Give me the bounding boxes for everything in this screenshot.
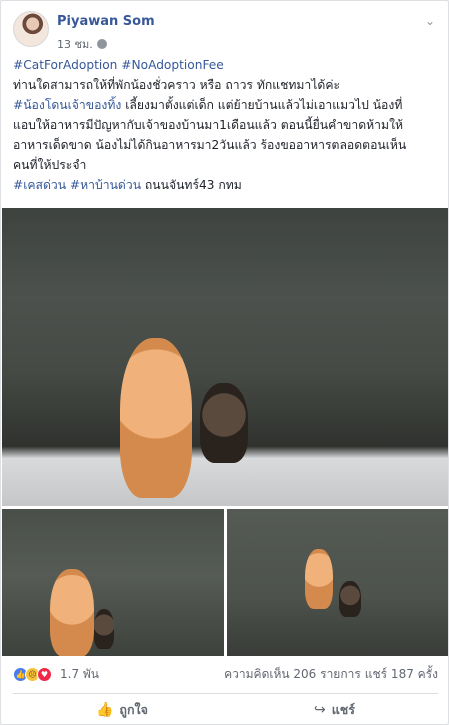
share-count[interactable]: แชร์ 187 ครั้ง <box>365 665 438 684</box>
avatar[interactable] <box>13 11 49 47</box>
orange-kitten <box>305 549 333 609</box>
hashtag[interactable]: #น้องโดนเจ้าของทิ้ง <box>13 98 121 112</box>
reaction-count[interactable]: 1.7 พัน <box>60 665 99 684</box>
tabby-kitten <box>94 609 114 649</box>
post-stats: ความคิดเห็น 206 รายการ แชร์ 187 ครั้ง <box>224 665 438 684</box>
post-line: อาหารเด็ดขาด น้องไม่ได้กินอาหารมา2วันแล้… <box>13 138 407 152</box>
author-name[interactable]: Piyawan Som <box>57 14 155 29</box>
post-card: Piyawan Som 13 ชม. ⌄ #CatForAdoption #No… <box>0 0 449 725</box>
share-label: แชร์ <box>331 702 355 717</box>
post-time[interactable]: 13 ชม. <box>57 35 93 53</box>
post-line: ถนนจันทร์43 กทม <box>141 178 242 192</box>
post-line: ท่านใดสามารถให้ที่พักน้องชั่วคราว หรือ ถ… <box>13 78 341 92</box>
share-button[interactable]: ↪ แชร์ <box>314 700 355 720</box>
orange-kitten <box>50 569 94 656</box>
share-arrow-icon: ↪ <box>313 702 326 718</box>
action-bar: 👍 ถูกใจ ↪ แชร์ <box>13 697 438 723</box>
divider <box>13 693 438 694</box>
photo-main[interactable] <box>2 208 448 506</box>
like-button[interactable]: 👍 ถูกใจ <box>96 700 148 720</box>
post-line: เลี้ยงมาตั้งแต่เด็ก แต่ย้ายบ้านแล้วไม่เอ… <box>121 98 403 112</box>
photo-secondary-left[interactable] <box>2 509 224 656</box>
post-header: Piyawan Som 13 ชม. ⌄ <box>13 11 438 53</box>
post-meta: 13 ชม. <box>57 35 107 53</box>
love-react-icon: ♥ <box>37 666 52 682</box>
tabby-kitten <box>339 581 361 617</box>
reaction-icons[interactable]: 👍 ☹ ♥ <box>13 666 52 682</box>
post-line: แอบให้อาหารมีปัญหากับเจ้าของบ้านมา1เดือน… <box>13 118 404 132</box>
hashtag-line[interactable]: #CatForAdoption #NoAdoptionFee <box>13 58 224 72</box>
post-line: คนที่ให้ประจำ <box>13 158 87 172</box>
post-photos <box>2 208 448 656</box>
globe-icon <box>96 39 107 49</box>
comment-count[interactable]: ความคิดเห็น 206 รายการ <box>224 665 361 684</box>
hashtag[interactable]: #เคสด่วน #หาบ้านด่วน <box>13 178 141 192</box>
post-text: #CatForAdoption #NoAdoptionFee ท่านใดสาม… <box>13 55 438 195</box>
photo-secondary-right[interactable] <box>227 509 448 656</box>
orange-kitten <box>120 338 192 498</box>
tabby-kitten <box>200 383 248 463</box>
thumbs-up-icon: 👍 <box>95 702 114 718</box>
reactions-bar: 👍 ☹ ♥ 1.7 พัน ความคิดเห็น 206 รายการ แชร… <box>13 662 438 686</box>
like-label: ถูกใจ <box>119 702 148 717</box>
chevron-down-icon[interactable]: ⌄ <box>422 13 438 29</box>
